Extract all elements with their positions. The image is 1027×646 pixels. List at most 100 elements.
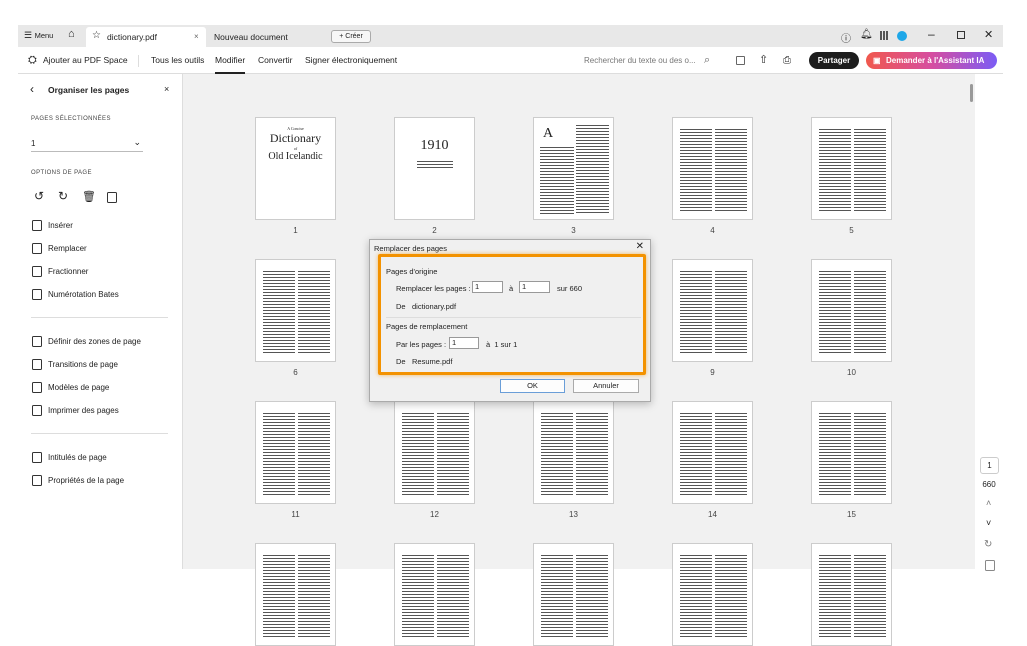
page-thumbnail[interactable] xyxy=(811,543,892,646)
replacement-section-label: Pages de remplacement xyxy=(386,322,468,331)
back-icon[interactable]: ‹ xyxy=(30,82,34,96)
ai-assistant-button[interactable]: ▣ Demander à l'Assistant IA xyxy=(866,52,997,69)
insert-icon xyxy=(32,220,42,231)
bates-item[interactable]: Numérotation Bates xyxy=(32,289,119,300)
page-thumbnail[interactable] xyxy=(255,401,336,504)
search-input[interactable]: Rechercher du texte ou des o... xyxy=(584,47,696,74)
add-to-pdf-space-button[interactable]: Ajouter au PDF Space xyxy=(43,47,128,74)
page-thumbnail[interactable] xyxy=(811,259,892,362)
bell-icon[interactable]: 🔔︎ xyxy=(860,29,873,40)
divider xyxy=(31,317,168,318)
page-thumbnail[interactable] xyxy=(533,543,614,646)
convert-tab[interactable]: Convertir xyxy=(258,47,292,74)
replace-from-input[interactable]: 1 xyxy=(472,281,503,293)
item-label: Insérer xyxy=(48,221,73,230)
page-thumbnail[interactable] xyxy=(811,117,892,220)
page-thumbnail[interactable] xyxy=(533,401,614,504)
page-icon[interactable] xyxy=(985,560,995,571)
origin-file: dictionary.pdf xyxy=(412,302,457,311)
modify-tab[interactable]: Modifier xyxy=(215,47,246,74)
trash-icon[interactable]: 🗑︎ xyxy=(82,190,96,203)
tab-dictionary[interactable]: ☆ dictionary.pdf × xyxy=(86,27,206,47)
page-labels-item[interactable]: Intitulés de page xyxy=(32,452,107,463)
page-number-label: 1 xyxy=(293,226,298,235)
by-to-label: à 1 sur 1 xyxy=(486,340,518,349)
help-icon[interactable]: ⓘ xyxy=(841,30,851,45)
close-tab-icon[interactable]: × xyxy=(194,32,199,41)
page-thumbnail[interactable] xyxy=(672,117,753,220)
page-thumbnail[interactable] xyxy=(255,259,336,362)
all-tools-tab[interactable]: Tous les outils xyxy=(151,47,204,74)
thumb-text: 1910 xyxy=(420,138,449,153)
page-thumbnail[interactable] xyxy=(672,543,753,646)
transitions-item[interactable]: Transitions de page xyxy=(32,359,118,370)
apps-icon[interactable] xyxy=(880,31,889,40)
page-number-label: 14 xyxy=(708,510,717,519)
insert-item[interactable]: Insérer xyxy=(32,220,73,231)
close-dialog-icon[interactable]: ✕ xyxy=(636,241,644,252)
item-label: Transitions de page xyxy=(48,360,118,369)
selected-pages-select[interactable]: 1 ⌄ xyxy=(31,136,143,152)
search-icon[interactable]: ⌕ xyxy=(704,47,710,74)
create-button[interactable]: + Créer xyxy=(331,30,371,43)
upload-icon[interactable]: ⇧ xyxy=(759,47,768,74)
share-label: Partager xyxy=(817,56,851,65)
rotate-left-icon[interactable]: ↺ xyxy=(34,189,44,203)
replace-pages-label: Remplacer les pages : xyxy=(396,284,471,293)
page-number-label: 3 xyxy=(571,226,576,235)
replace-pages-dialog: Remplacer des pages ✕ Pages d'origine Re… xyxy=(369,239,651,402)
page-properties-item[interactable]: Propriétés de la page xyxy=(32,475,124,486)
cancel-button[interactable]: Annuler xyxy=(573,379,639,393)
item-label: Intitulés de page xyxy=(48,453,107,462)
print-pages-item[interactable]: Imprimer des pages xyxy=(32,405,119,416)
divider xyxy=(138,55,139,67)
page-zones-item[interactable]: Définir des zones de page xyxy=(32,336,141,347)
templates-icon xyxy=(32,382,42,393)
rotate-right-icon[interactable]: ↻ xyxy=(58,189,68,203)
to-label: à xyxy=(509,284,514,293)
print-icon[interactable]: ⎙ xyxy=(783,47,791,74)
selected-pages-label: PAGES SÉLECTIONNÉES xyxy=(31,116,111,122)
home-icon[interactable]: ⌂ xyxy=(68,28,75,40)
page-thumbnail[interactable]: A xyxy=(533,117,614,220)
restore-icon[interactable] xyxy=(957,31,965,39)
minimize-icon[interactable]: – xyxy=(928,27,935,41)
page-nav-rail: 1 660 ˄ ˅ ↻ xyxy=(975,74,1003,571)
replace-to-input[interactable]: 1 xyxy=(519,281,550,293)
page-thumbnail[interactable] xyxy=(811,401,892,504)
prev-page-icon[interactable]: ˄ xyxy=(986,498,991,508)
split-item[interactable]: Fractionner xyxy=(32,266,88,277)
save-icon[interactable] xyxy=(736,56,745,65)
templates-item[interactable]: Modèles de page xyxy=(32,382,109,393)
close-panel-icon[interactable]: × xyxy=(164,84,169,94)
sign-tab[interactable]: Signer électroniquement xyxy=(305,47,397,74)
replace-item[interactable]: Remplacer xyxy=(32,243,87,254)
avatar[interactable] xyxy=(897,31,907,41)
page-options-label: OPTIONS DE PAGE xyxy=(31,170,92,176)
page-thumbnail[interactable]: A Concise Dictionary of Old Icelandic xyxy=(255,117,336,220)
next-page-icon[interactable]: ˅ xyxy=(986,518,991,528)
scrollbar[interactable] xyxy=(970,84,973,102)
tab-nouveau-document[interactable]: Nouveau document xyxy=(214,32,288,42)
total-pages: 660 xyxy=(982,480,996,489)
page-number-label: 6 xyxy=(293,368,298,377)
star-icon[interactable]: ☆ xyxy=(92,30,101,41)
extract-icon[interactable] xyxy=(107,192,117,203)
refresh-icon[interactable]: ↻ xyxy=(984,539,992,550)
page-thumbnail[interactable] xyxy=(255,543,336,646)
page-thumbnail[interactable] xyxy=(394,543,475,646)
by-pages-label: Par les pages : xyxy=(396,340,447,349)
tab-label: dictionary.pdf xyxy=(107,32,157,42)
page-thumbnail[interactable]: 1910 xyxy=(394,117,475,220)
page-thumbnail[interactable] xyxy=(672,259,753,362)
page-thumbnail[interactable] xyxy=(672,401,753,504)
ok-button[interactable]: OK xyxy=(500,379,565,393)
menu-button[interactable]: ☰ Menu xyxy=(24,30,53,41)
close-window-icon[interactable]: ✕ xyxy=(984,28,993,41)
share-button[interactable]: Partager xyxy=(809,52,859,69)
by-from-input[interactable]: 1 xyxy=(449,337,479,349)
page-thumbnail[interactable] xyxy=(394,401,475,504)
menu-label: Menu xyxy=(34,31,54,40)
current-page-input[interactable]: 1 xyxy=(980,457,999,474)
selected-pages-value: 1 xyxy=(31,139,36,148)
